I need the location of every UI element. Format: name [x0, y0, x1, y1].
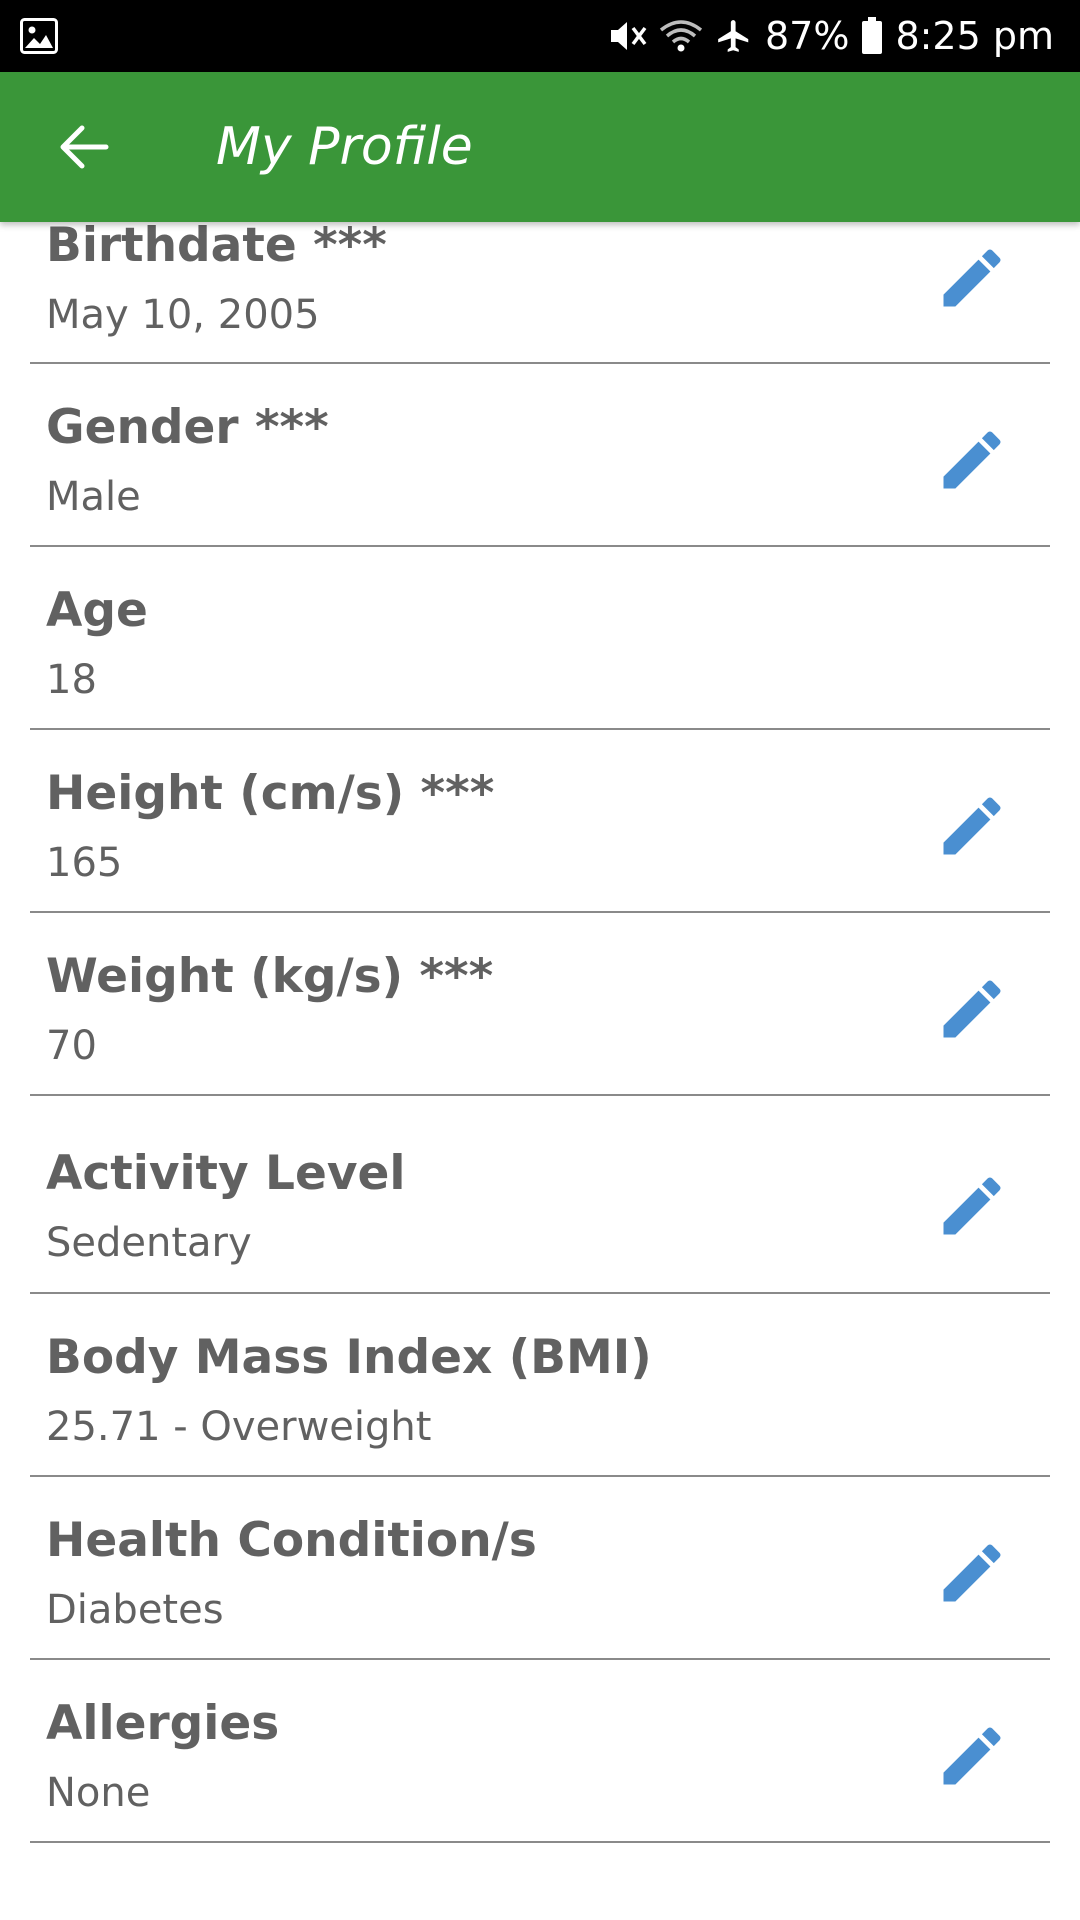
edit-health-conditions-button[interactable]: [932, 1533, 1012, 1613]
pencil-icon: [943, 980, 1001, 1038]
edit-allergies-button[interactable]: [932, 1716, 1012, 1796]
pencil-icon: [943, 1727, 1001, 1785]
status-bar: 87% 8:25 pm: [0, 0, 1080, 72]
back-button[interactable]: [54, 117, 114, 177]
field-value: Male: [46, 474, 141, 520]
profile-row-allergies: Allergies None: [30, 1660, 1050, 1843]
edit-birthdate-button[interactable]: [932, 238, 1012, 318]
battery-icon: [861, 17, 883, 55]
field-label: Height (cm/s) ***: [46, 766, 495, 821]
edit-gender-button[interactable]: [932, 420, 1012, 500]
airplane-icon: [715, 17, 753, 55]
profile-row-weight: Weight (kg/s) *** 70: [30, 913, 1050, 1096]
edit-weight-button[interactable]: [932, 969, 1012, 1049]
field-label: Weight (kg/s) ***: [46, 949, 494, 1004]
field-value: 18: [46, 657, 97, 703]
page-title: My Profile: [216, 117, 473, 177]
edit-activity-level-button[interactable]: [932, 1166, 1012, 1246]
profile-row-birthdate: Birthdate *** May 10, 2005: [30, 222, 1050, 364]
arrow-left-icon: [60, 125, 109, 169]
pencil-icon: [943, 431, 1001, 489]
field-label: Age: [46, 583, 148, 638]
field-value: Diabetes: [46, 1587, 224, 1633]
image-icon: [20, 18, 58, 54]
field-label: Gender ***: [46, 400, 329, 455]
profile-list: Birthdate *** May 10, 2005 Gender *** Ma…: [0, 222, 1080, 1920]
field-value: 25.71 - Overweight: [46, 1404, 432, 1450]
battery-percent: 87%: [764, 14, 850, 58]
field-value: 165: [46, 840, 123, 886]
mute-icon: [607, 18, 647, 54]
profile-row-bmi: Body Mass Index (BMI) 25.71 - Overweight: [30, 1294, 1050, 1477]
profile-row-age: Age 18: [30, 547, 1050, 730]
pencil-icon: [943, 249, 1001, 307]
field-value: 70: [46, 1023, 97, 1069]
profile-row-activity-level: Activity Level Sedentary: [30, 1096, 1050, 1294]
app-bar: My Profile: [0, 72, 1080, 222]
field-value: Sedentary: [46, 1220, 252, 1266]
pencil-icon: [943, 797, 1001, 855]
field-value: None: [46, 1770, 151, 1816]
field-label: Activity Level: [46, 1146, 406, 1201]
field-label: Body Mass Index (BMI): [46, 1330, 652, 1385]
status-indicators: 87% 8:25 pm: [607, 0, 1054, 72]
field-label: Birthdate ***: [46, 222, 387, 273]
wifi-icon: [659, 18, 703, 54]
profile-row-height: Height (cm/s) *** 165: [30, 730, 1050, 913]
field-label: Allergies: [46, 1696, 280, 1751]
profile-row-gender: Gender *** Male: [30, 364, 1050, 547]
pencil-icon: [943, 1544, 1001, 1602]
clock: 8:25 pm: [895, 14, 1054, 58]
profile-row-health-conditions: Health Condition/s Diabetes: [30, 1477, 1050, 1660]
field-label: Health Condition/s: [46, 1513, 537, 1568]
pencil-icon: [943, 1177, 1001, 1235]
edit-height-button[interactable]: [932, 786, 1012, 866]
field-value: May 10, 2005: [46, 292, 320, 338]
